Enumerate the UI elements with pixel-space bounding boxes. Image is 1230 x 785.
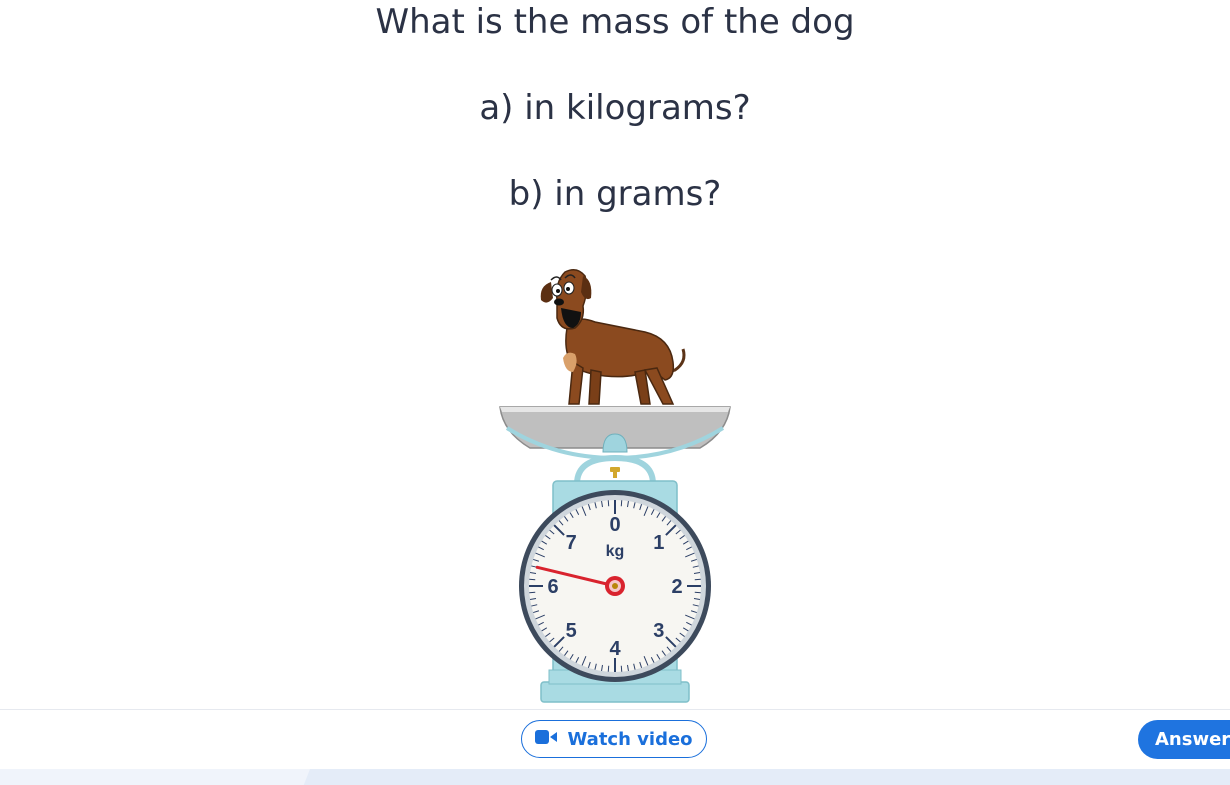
answer-label: Answer	[1155, 729, 1230, 750]
watch-video-label: Watch video	[567, 728, 693, 750]
question-part-a: a) in kilograms?	[479, 88, 751, 128]
dial-number: 2	[671, 576, 682, 598]
weighing-scale: 0 123 4 567 kg	[499, 406, 731, 703]
footer-divider	[0, 709, 1230, 710]
question-part-b: b) in grams?	[508, 174, 722, 214]
question-title: What is the mass of the dog	[375, 2, 855, 42]
dial-number: 3	[653, 620, 664, 642]
dial-number: 1	[653, 532, 664, 554]
dial-number: 7	[566, 532, 577, 554]
dial-number: 6	[547, 576, 558, 598]
bottom-band	[0, 769, 1230, 785]
dog-illustration	[540, 269, 686, 405]
answer-button[interactable]: Answer	[1138, 720, 1230, 759]
watch-video-button[interactable]: Watch video	[521, 720, 707, 758]
dial-number: 0	[609, 514, 620, 536]
dial-unit-label: kg	[606, 543, 625, 560]
dog-on-scale-illustration: 0 123 4 567 kg	[499, 269, 731, 703]
video-camera-icon	[535, 729, 559, 750]
dial-number: 4	[609, 638, 621, 660]
dial-number: 5	[566, 620, 577, 642]
